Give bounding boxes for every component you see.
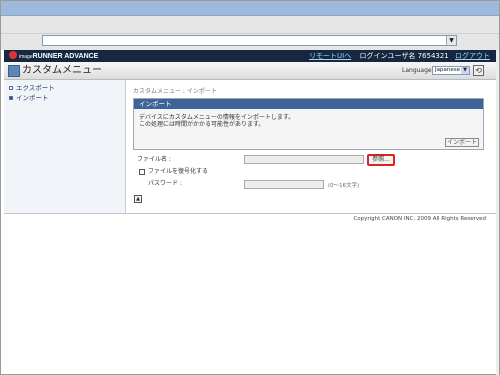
import-panel: インポート デバイスにカスタムメニューの情報をインポートします。 この処理には時… bbox=[133, 98, 484, 150]
scroll-top-button[interactable]: ▲ bbox=[134, 195, 142, 203]
brand-bar: imageRUNNER ADVANCE リモートUIへ ログインユーザ名 765… bbox=[4, 50, 496, 62]
sidebar-item-label: エクスポート bbox=[16, 84, 55, 92]
address-row: ▼ bbox=[1, 34, 499, 47]
top-links: リモートUIへ ログインユーザ名 7654321 ログアウト bbox=[305, 51, 490, 61]
brand-logo: imageRUNNER ADVANCE bbox=[9, 51, 98, 61]
remote-ui-link[interactable]: リモートUIへ bbox=[309, 52, 351, 60]
bullet-icon bbox=[9, 86, 13, 90]
password-hint: (0～16文字) bbox=[328, 183, 360, 189]
logout-link[interactable]: ログアウト bbox=[455, 52, 490, 60]
panel-message-1: デバイスにカスタムメニューの情報をインポートします。 bbox=[139, 114, 295, 121]
sidebar: エクスポート インポート bbox=[4, 80, 126, 213]
decrypt-label: ファイルを復号化する bbox=[148, 168, 209, 175]
browser-window: ▼ imageRUNNER ADVANCE リモートUIへ ログインユーザ名 7… bbox=[0, 0, 500, 375]
login-user-text: ログインユーザ名 7654321 bbox=[359, 52, 449, 60]
language-label: Language bbox=[402, 67, 432, 74]
blank-area bbox=[4, 224, 496, 372]
browser-toolbar bbox=[1, 16, 499, 34]
decrypt-checkbox[interactable] bbox=[139, 169, 145, 175]
breadcrumb: カスタムメニュー : インポート bbox=[133, 88, 217, 95]
import-button[interactable]: インポート bbox=[445, 138, 479, 147]
main-content: カスタムメニュー : インポート インポート デバイスにカスタムメニューの情報を… bbox=[127, 80, 496, 213]
sidebar-item-export[interactable]: エクスポート bbox=[9, 84, 55, 92]
address-dropdown-icon[interactable]: ▼ bbox=[446, 36, 456, 45]
sidebar-item-import[interactable]: インポート bbox=[9, 94, 49, 102]
panel-title: インポート bbox=[134, 99, 483, 109]
canon-logo-icon bbox=[9, 51, 17, 59]
page-title: カスタムメニュー bbox=[22, 65, 102, 76]
password-label: パスワード : bbox=[148, 180, 182, 187]
browse-button[interactable]: 参照... bbox=[367, 154, 395, 166]
bullet-icon bbox=[9, 96, 13, 100]
file-name-input[interactable] bbox=[244, 155, 364, 164]
brand-suffix: RUNNER ADVANCE bbox=[32, 53, 99, 60]
address-bar[interactable]: ▼ bbox=[42, 35, 457, 46]
window-titlebar bbox=[1, 1, 499, 16]
password-input[interactable] bbox=[244, 180, 324, 189]
scrollbar[interactable] bbox=[496, 50, 499, 375]
sidebar-item-label: インポート bbox=[16, 94, 49, 102]
custom-menu-icon bbox=[8, 65, 20, 77]
language-select[interactable]: Japanese ▼ bbox=[432, 66, 470, 75]
panel-message-2: この処理には時間がかかる可能性があります。 bbox=[139, 121, 265, 128]
file-name-label: ファイル名 : bbox=[137, 156, 171, 163]
refresh-button[interactable]: ⟲ bbox=[473, 65, 484, 76]
copyright-text: Copyright CANON INC. 2009 All Rights Res… bbox=[353, 216, 486, 222]
footer: Copyright CANON INC. 2009 All Rights Res… bbox=[4, 213, 496, 223]
chevron-down-icon: ▼ bbox=[461, 67, 469, 74]
language-value: Japanese bbox=[435, 67, 460, 73]
brand-prefix: image bbox=[19, 54, 33, 60]
page-header: カスタムメニュー Language Japanese ▼ ⟲ bbox=[4, 62, 496, 80]
